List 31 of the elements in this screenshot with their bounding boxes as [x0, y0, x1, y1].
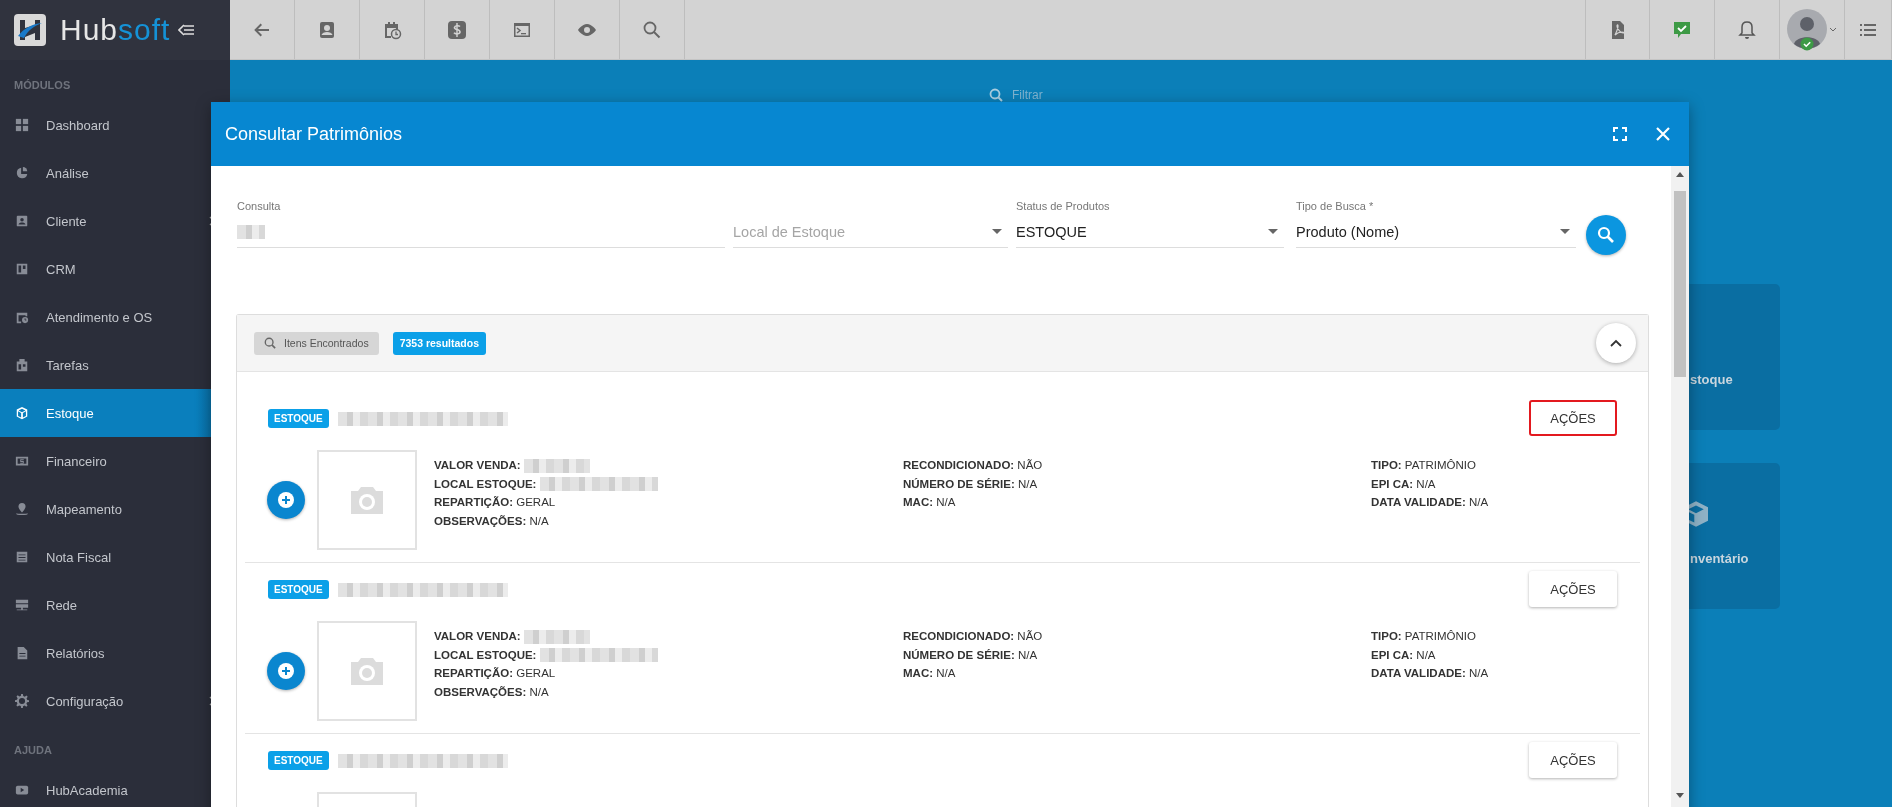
dialog-title: Consultar Patrimônios [225, 123, 404, 145]
field-text: TIPO: PATRIMÔNIO [1371, 458, 1477, 473]
field-text: VALOR VENDA: [434, 627, 903, 646]
field-text: REPARTIÇÃO: GERAL [434, 666, 557, 681]
status-tag: ESTOQUE [268, 579, 329, 599]
field-text: EPI CA: N/A [1371, 647, 1437, 663]
field-text: MAC: N/A [903, 495, 957, 510]
field-text: REPARTIÇÃO: GERAL [434, 495, 557, 510]
field-text: NÚMERO DE SÉRIE: N/A [903, 647, 1039, 663]
field-text: DATA VALIDADE: N/A [1371, 666, 1490, 681]
field-text: OBSERVAÇÕES: N/A [434, 513, 550, 529]
field-text: EPI CA: N/A [1371, 476, 1437, 492]
field-text: OBSERVAÇÕES: N/A [434, 684, 550, 700]
brand-name: Hubsoft [60, 13, 171, 47]
field-text: MAC: N/A [903, 666, 957, 681]
section-heading: MÓDULOS [13, 78, 71, 93]
field-text: TIPO: PATRIMÔNIO [1371, 629, 1477, 644]
status-tag: ESTOQUE [268, 750, 329, 770]
field-text: DATA VALIDADE: N/A [1371, 495, 1490, 510]
status-tag: ESTOQUE [268, 408, 329, 428]
field-text: LOCAL ESTOQUE: [434, 474, 903, 493]
field-text: RECONDICIONADO: NÃO [903, 629, 1044, 644]
field-text: LOCAL ESTOQUE: [434, 645, 903, 664]
field-text: NÚMERO DE SÉRIE: N/A [903, 476, 1039, 492]
section-heading: AJUDA [13, 743, 52, 758]
field-text: RECONDICIONADO: NÃO [903, 458, 1044, 473]
field-text: VALOR VENDA: [434, 456, 903, 475]
results-chip: Itens Encontrados [254, 331, 379, 355]
tile-label: stoque [1690, 372, 1733, 387]
tile-label: nventário [1690, 551, 1749, 566]
count-badge: 7353 resultados [392, 331, 487, 355]
